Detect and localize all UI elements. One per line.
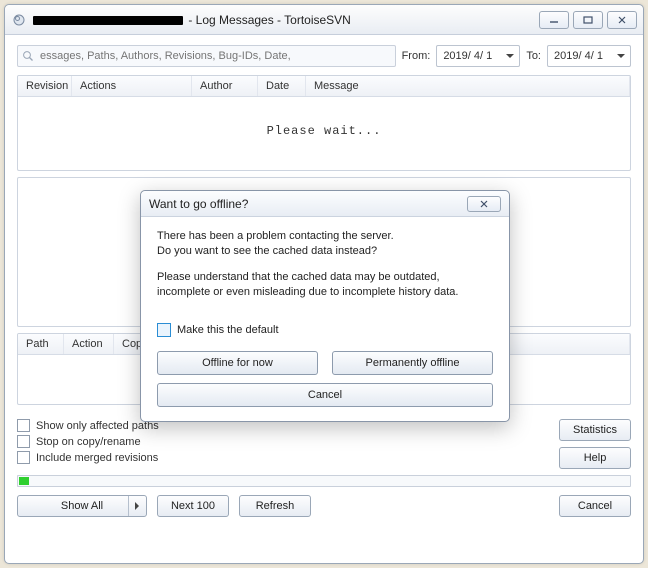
- refresh-button[interactable]: Refresh: [239, 495, 311, 517]
- dialog-message-2: Please understand that the cached data m…: [157, 270, 493, 301]
- col-path-action[interactable]: Action: [64, 334, 114, 354]
- make-default-checkbox[interactable]: Make this the default: [157, 323, 493, 337]
- col-revision[interactable]: Revision: [18, 76, 72, 96]
- show-all-button[interactable]: Show All: [17, 495, 147, 517]
- log-list[interactable]: Revision Actions Author Date Message Ple…: [17, 75, 631, 171]
- filter-bar: From: 2019/ 4/ 1 To: 2019/ 4/ 1: [17, 45, 631, 67]
- show-all-dropdown-icon[interactable]: [128, 496, 146, 516]
- offline-dialog: Want to go offline? There has been a pro…: [140, 190, 510, 422]
- search-icon: [22, 50, 34, 62]
- dialog-titlebar[interactable]: Want to go offline?: [141, 191, 509, 217]
- dialog-cancel-button[interactable]: Cancel: [157, 383, 493, 407]
- progress-chunk: [19, 477, 29, 485]
- filter-input[interactable]: [38, 49, 391, 63]
- col-path[interactable]: Path: [18, 334, 64, 354]
- stop-copy-checkbox[interactable]: Stop on copy/rename: [17, 435, 545, 448]
- dialog-title: Want to go offline?: [149, 197, 248, 211]
- dialog-message-1: There has been a problem contacting the …: [157, 229, 493, 260]
- main-window: - Log Messages - TortoiseSVN From: 2019/…: [4, 4, 644, 564]
- app-icon: [11, 12, 27, 28]
- cancel-button[interactable]: Cancel: [559, 495, 631, 517]
- col-actions[interactable]: Actions: [72, 76, 192, 96]
- maximize-button[interactable]: [573, 11, 603, 29]
- filter-search[interactable]: [17, 45, 396, 67]
- permanently-offline-button[interactable]: Permanently offline: [332, 351, 493, 375]
- client-area: From: 2019/ 4/ 1 To: 2019/ 4/ 1 Revision…: [5, 35, 643, 563]
- from-date-combo[interactable]: 2019/ 4/ 1: [436, 45, 520, 67]
- col-author[interactable]: Author: [192, 76, 258, 96]
- offline-now-button[interactable]: Offline for now: [157, 351, 318, 375]
- minimize-button[interactable]: [539, 11, 569, 29]
- from-label: From:: [402, 50, 431, 62]
- titlebar[interactable]: - Log Messages - TortoiseSVN: [5, 5, 643, 35]
- to-label: To:: [526, 50, 541, 62]
- next-100-button[interactable]: Next 100: [157, 495, 229, 517]
- col-message[interactable]: Message: [306, 76, 630, 96]
- help-button[interactable]: Help: [559, 447, 631, 469]
- loading-text: Please wait...: [18, 97, 630, 165]
- to-date-combo[interactable]: 2019/ 4/ 1: [547, 45, 631, 67]
- close-button[interactable]: [607, 11, 637, 29]
- dialog-close-button[interactable]: [467, 196, 501, 212]
- log-list-header[interactable]: Revision Actions Author Date Message: [18, 76, 630, 97]
- window-title: - Log Messages - TortoiseSVN: [33, 13, 533, 27]
- include-merged-checkbox[interactable]: Include merged revisions: [17, 451, 545, 464]
- statistics-button[interactable]: Statistics: [559, 419, 631, 441]
- progress-bar: [17, 475, 631, 487]
- col-date[interactable]: Date: [258, 76, 306, 96]
